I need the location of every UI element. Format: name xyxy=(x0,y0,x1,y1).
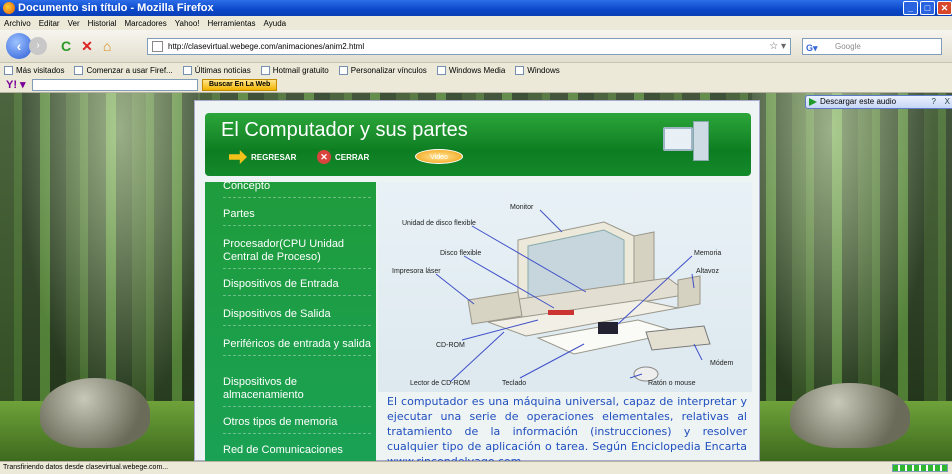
bookmark-windows-media[interactable]: Windows Media xyxy=(436,65,505,75)
bookmark-getting-started[interactable]: Comenzar a usar Firef... xyxy=(74,65,173,75)
lesson-header: El Computador y sus partes REGRESAR ✕ CE… xyxy=(205,113,751,176)
video-button[interactable]: Video xyxy=(415,149,463,164)
forward-button[interactable]: › xyxy=(29,37,47,55)
bookmark-icon xyxy=(515,65,525,75)
search-input[interactable]: G▾ Google xyxy=(802,38,942,55)
bookmark-icon xyxy=(260,65,270,75)
bookmark-icon xyxy=(74,65,84,75)
menu-ayuda[interactable]: Ayuda xyxy=(264,19,287,28)
url-bar[interactable]: http://clasevirtual.webege.com/animacion… xyxy=(147,38,791,55)
sidebar-item-perifericos[interactable]: Periféricos de entrada y salida xyxy=(223,338,371,356)
computer-illustration xyxy=(435,209,711,383)
label-speaker: Altavoz xyxy=(696,268,719,275)
search-placeholder: Google xyxy=(835,42,861,51)
label-mouse: Ratón o mouse xyxy=(648,380,696,387)
bookmark-icon xyxy=(436,65,446,75)
description-text: El computador es una máquina universal, … xyxy=(387,395,747,461)
topics-sidebar: Concepto Partes Procesador(CPU Unidad Ce… xyxy=(205,182,376,461)
label-floppy-unit: Unidad de disco flexible xyxy=(402,220,476,227)
download-audio-button[interactable]: Descargar este audio ? X xyxy=(805,95,952,109)
rock-left xyxy=(40,378,150,448)
bookmark-windows[interactable]: Windows xyxy=(515,65,560,75)
close-window-button[interactable]: ✕ xyxy=(937,1,952,15)
yahoo-search-button[interactable]: Buscar En La Web xyxy=(202,79,278,91)
status-bar: Transfiriendo datos desde clasevirtual.w… xyxy=(0,461,952,474)
menu-archivo[interactable]: Archivo xyxy=(4,19,31,28)
arrow-right-icon xyxy=(229,150,247,164)
minimize-button[interactable]: _ xyxy=(903,1,918,15)
label-cdrom: CD-ROM xyxy=(436,342,465,349)
status-text: Transfiriendo datos desde clasevirtual.w… xyxy=(3,464,169,471)
sidebar-item-memoria[interactable]: Otros tipos de memoria xyxy=(223,416,371,434)
menu-marcadores[interactable]: Marcadores xyxy=(125,19,167,28)
menu-ver[interactable]: Ver xyxy=(68,19,80,28)
rss-folder-icon xyxy=(182,65,192,75)
play-icon xyxy=(809,98,817,106)
title-bar: Documento sin título - Mozilla Firefox _… xyxy=(0,0,952,16)
bookmark-star-icon[interactable]: ☆ ▾ xyxy=(769,39,786,54)
menu-editar[interactable]: Editar xyxy=(39,19,60,28)
google-icon: G▾ xyxy=(806,43,818,53)
bookmark-news[interactable]: Últimas noticias xyxy=(182,65,251,75)
menu-bar: Archivo Editar Ver Historial Marcadores … xyxy=(0,16,952,30)
computer-diagram: Monitor Unidad de disco flexible Disco f… xyxy=(378,182,752,392)
label-printer: Impresora láser xyxy=(392,268,441,275)
sidebar-item-red[interactable]: Red de Comunicaciones xyxy=(223,444,371,461)
progress-bar xyxy=(892,464,948,472)
sidebar-item-partes[interactable]: Partes xyxy=(223,208,371,226)
page-content: Descargar este audio ? X El Computador y… xyxy=(0,93,952,461)
menu-historial[interactable]: Historial xyxy=(88,19,117,28)
window-title: Documento sin título - Mozilla Firefox xyxy=(18,2,214,14)
navigation-toolbar: ‹ › C ✕ ⌂ http://clasevirtual.webege.com… xyxy=(0,30,952,63)
menu-yahoo[interactable]: Yahoo! xyxy=(175,19,200,28)
bookmark-customize-links[interactable]: Personalizar vínculos xyxy=(338,65,427,75)
label-monitor: Monitor xyxy=(510,204,534,211)
label-memory: Memoria xyxy=(694,250,722,257)
back-lesson-button[interactable]: REGRESAR xyxy=(229,150,296,164)
label-floppy-disk: Disco flexible xyxy=(440,250,482,257)
label-cd-reader: Lector de CD-ROM xyxy=(410,380,470,387)
reload-icon[interactable]: C xyxy=(61,38,71,54)
browser-window: Documento sin título - Mozilla Firefox _… xyxy=(0,0,952,474)
sidebar-item-almacenamiento[interactable]: Dispositivos de almacenamiento xyxy=(223,376,371,407)
sidebar-item-entrada[interactable]: Dispositivos de Entrada xyxy=(223,278,371,296)
bookmark-icon xyxy=(338,65,348,75)
stop-icon[interactable]: ✕ xyxy=(81,38,93,55)
page-title: El Computador y sus partes xyxy=(221,119,468,141)
yahoo-icon[interactable]: Y! ▾ xyxy=(6,78,26,91)
bookmarks-toolbar: Más visitados Comenzar a usar Firef... Ú… xyxy=(0,63,952,77)
computer-icon xyxy=(661,119,711,167)
maximize-button[interactable]: □ xyxy=(920,1,935,15)
label-modem: Módem xyxy=(710,360,734,367)
audio-close-button[interactable]: X xyxy=(945,96,950,108)
sidebar-item-concepto[interactable]: Concepto xyxy=(223,182,371,198)
sidebar-item-procesador[interactable]: Procesador(CPU Unidad Central de Proceso… xyxy=(223,238,371,269)
sidebar-item-salida[interactable]: Dispositivos de Salida xyxy=(223,308,371,326)
home-icon[interactable]: ⌂ xyxy=(103,38,111,54)
menu-herramientas[interactable]: Herramientas xyxy=(208,19,256,28)
yahoo-search-input[interactable] xyxy=(32,79,198,91)
bookmark-icon xyxy=(4,65,13,75)
audio-help-button[interactable]: ? xyxy=(932,96,936,108)
close-lesson-button[interactable]: ✕ CERRAR xyxy=(317,150,369,164)
rock-right xyxy=(790,383,910,448)
page-icon xyxy=(152,41,163,52)
close-icon: ✕ xyxy=(317,150,331,164)
firefox-icon xyxy=(3,2,15,14)
lesson-panel: Descargar este audio ? X El Computador y… xyxy=(194,95,952,461)
bookmark-most-visited[interactable]: Más visitados xyxy=(4,65,64,75)
yahoo-toolbar: Y! ▾ Buscar En La Web xyxy=(0,77,952,93)
url-text: http://clasevirtual.webege.com/animacion… xyxy=(168,42,365,51)
bookmark-hotmail[interactable]: Hotmail gratuito xyxy=(260,65,329,75)
label-keyboard: Teclado xyxy=(502,380,527,387)
